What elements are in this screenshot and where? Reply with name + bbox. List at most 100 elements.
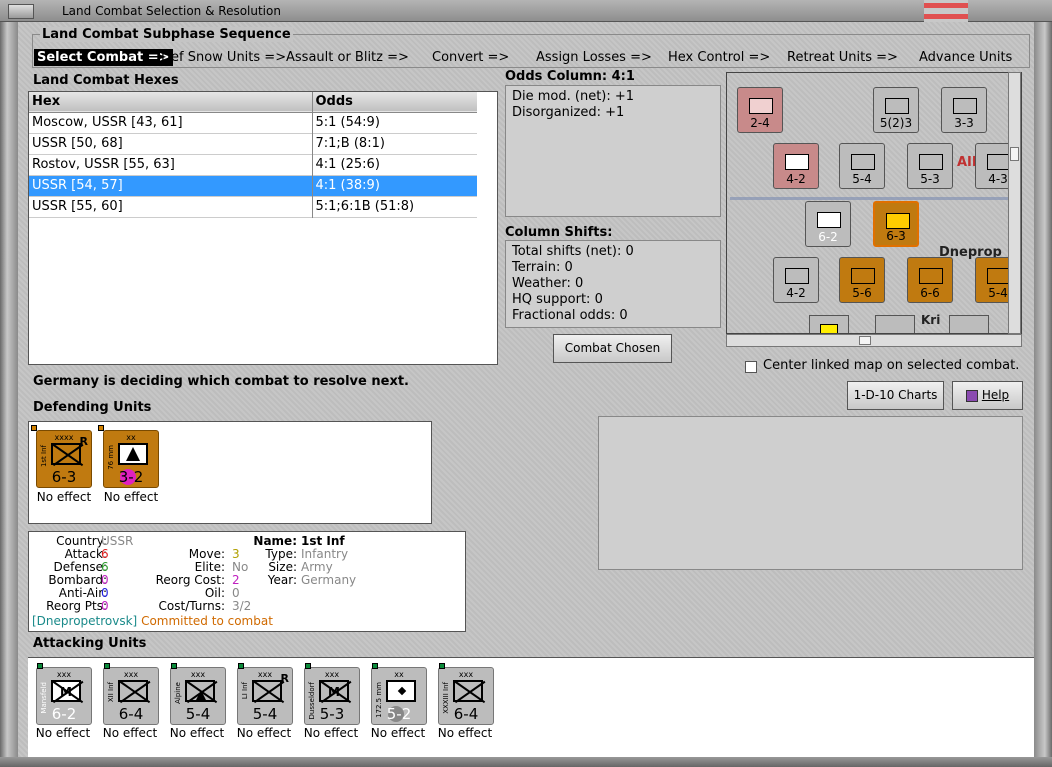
mech-icon: M [319,680,352,703]
map-horizontal-scrollbar[interactable] [726,334,1022,347]
unit-strength: 5-4 [252,705,278,723]
unit-strength: 5-3 [319,705,345,723]
mech-icon: M [51,680,84,703]
map-counter[interactable]: 4-2 [773,257,819,303]
map-counter[interactable]: 6-6 [907,257,953,303]
defending-heading: Defending Units [33,400,152,415]
shift-line: Total shifts (net): 0 [512,244,634,259]
unit-marker [98,425,104,431]
attacking-unit-counter[interactable]: xxx Mansfeld M 6-2 [36,663,92,725]
attacking-unit-counter[interactable]: xxx Alpine 5-4 [170,663,226,725]
unit-name: XII Inf [107,682,115,703]
flag-icon [924,0,968,22]
column-header-odds[interactable]: Odds [312,92,477,112]
unit-info-labels-col3: Name: Type: Size: Year: [253,534,297,587]
unit-size: xxx [324,670,340,679]
map-counter-selected[interactable]: 6-3 [873,201,919,247]
unit-marker [305,663,311,669]
subphase-step-select-combat[interactable]: Select Combat => [34,49,173,66]
map-vertical-thumb[interactable] [1010,147,1019,161]
map-horizontal-thumb[interactable] [859,336,871,345]
book-icon [965,389,978,402]
infantry-icon [453,680,486,703]
unit-strength: 6-2 [51,705,77,723]
unit-name: 76 mm [107,445,115,470]
unit-size: xxx [123,670,139,679]
unit-strength: 3-2 [118,468,144,486]
column-header-hex[interactable]: Hex [29,92,313,112]
unit-size: xx [394,670,404,679]
hex-row[interactable]: USSR [50, 68] 7:1;B (8:1) [29,133,477,154]
hex-row-selected[interactable]: USSR [54, 57] 4:1 (38:9) [29,175,477,196]
unit-strength: 6-4 [453,705,479,723]
hex-row[interactable]: USSR [55, 60] 5:1;6:1B (51:8) [29,196,477,217]
shift-line: Fractional odds: 0 [512,308,628,323]
help-button[interactable]: Help [952,381,1023,410]
hex-row[interactable]: Moscow, USSR [43, 61] 5:1 (54:9) [29,112,477,133]
combat-result-panel [598,416,1023,570]
linked-map[interactable]: AIN Dneprop Kri 2-4 5(2)3 3-3 4-2 5-4 5-… [726,72,1022,334]
hex-cell: Rostov, USSR [55, 63] [29,154,313,175]
shift-line: HQ support: 0 [512,292,603,307]
system-menu-button[interactable] [8,4,34,19]
unit-effect: No effect [437,726,493,740]
attacking-unit-counter[interactable]: xx 172.5 mm 5-2 [371,663,427,725]
odds-heading: Odds Column: 4:1 [505,69,635,84]
hexes-table: Hex Odds Moscow, USSR [43, 61] 5:1 (54:9… [29,92,477,218]
attacking-unit-counter[interactable]: xxx XXXIII Inf 6-4 [438,663,494,725]
odds-cell: 5:1;6:1B (51:8) [315,199,415,214]
odds-cell: 4:1 (38:9) [315,178,380,193]
unit-size: xx [126,433,136,442]
attacking-unit-counter[interactable]: xxx XII Inf 6-4 [103,663,159,725]
window-title: Land Combat Selection & Resolution [62,4,281,18]
unit-marker [171,663,177,669]
attacking-unit-counter[interactable]: xxx Dusseldorf M 5-3 [304,663,360,725]
map-counter[interactable]: 5-4 [839,143,885,189]
unit-info-panel: Country: Attack: Defense: Bombard: Anti-… [28,531,466,632]
cost-value: 3/2 [232,599,252,613]
hexes-heading: Land Combat Hexes [33,73,179,88]
unit-name: LI Inf [241,682,249,700]
map-counter-partial[interactable] [875,315,915,333]
artillery-icon [118,443,148,465]
map-counter[interactable]: 5(2)3 [873,87,919,133]
unit-marker [238,663,244,669]
map-counter[interactable]: 5-3 [907,143,953,189]
map-label: Kri [921,313,941,327]
subphase-step-def-snow: Def Snow Units => [161,50,287,65]
map-counter[interactable]: 4-2 [773,143,819,189]
map-counter-partial[interactable] [809,315,849,333]
disorganized-text: Disorganized: +1 [512,105,625,120]
defending-unit-counter[interactable]: xxxx R 1st Inf 6-3 [31,425,92,488]
hex-row[interactable]: Rostov, USSR [55, 63] 4:1 (25:6) [29,154,477,175]
window-frame-bottom [0,757,1052,767]
charts-button[interactable]: 1-D-10 Charts [847,381,944,410]
map-counter[interactable]: 6-2 [805,201,851,247]
subphase-step-hex-control: Hex Control => [668,50,771,65]
hex-cell: USSR [54, 57] [29,175,313,196]
map-vertical-scrollbar[interactable] [1008,72,1021,334]
unit-marker [439,663,445,669]
map-counter[interactable]: 2-4 [737,87,783,133]
combat-chosen-button[interactable]: Combat Chosen [553,334,672,363]
subphase-step-assign-losses: Assign Losses => [536,50,652,65]
unit-info-labels-col1: Country: Attack: Defense: Bombard: Anti-… [46,534,107,613]
unit-marker [37,663,43,669]
map-counter-partial[interactable] [949,315,989,333]
subphase-step-assault: Assault or Blitz => [286,50,409,65]
unit-strength: 6-3 [51,468,77,486]
unit-info-values-col3: 1st Inf Infantry Army Germany [301,535,356,587]
unit-marker [31,425,37,431]
die-mod-text: Die mod. (net): +1 [512,89,635,104]
odds-cell: 5:1 (54:9) [315,115,380,130]
center-map-checkbox[interactable] [745,361,757,373]
odds-cell: 7:1;B (8:1) [315,136,385,151]
map-counter[interactable]: 5-6 [839,257,885,303]
unit-location: [Dnepropetrovsk] Committed to combat [32,614,273,628]
map-counter[interactable]: 3-3 [941,87,987,133]
attacking-unit-counter[interactable]: xxx R LI Inf 5-4 [237,663,293,725]
defending-unit-counter[interactable]: xx 76 mm 3-2 [98,425,159,488]
odds-box: Die mod. (net): +1 Disorganized: +1 [505,85,721,217]
unit-effect: No effect [35,726,91,740]
hexes-list[interactable]: Hex Odds Moscow, USSR [43, 61] 5:1 (54:9… [28,91,498,365]
